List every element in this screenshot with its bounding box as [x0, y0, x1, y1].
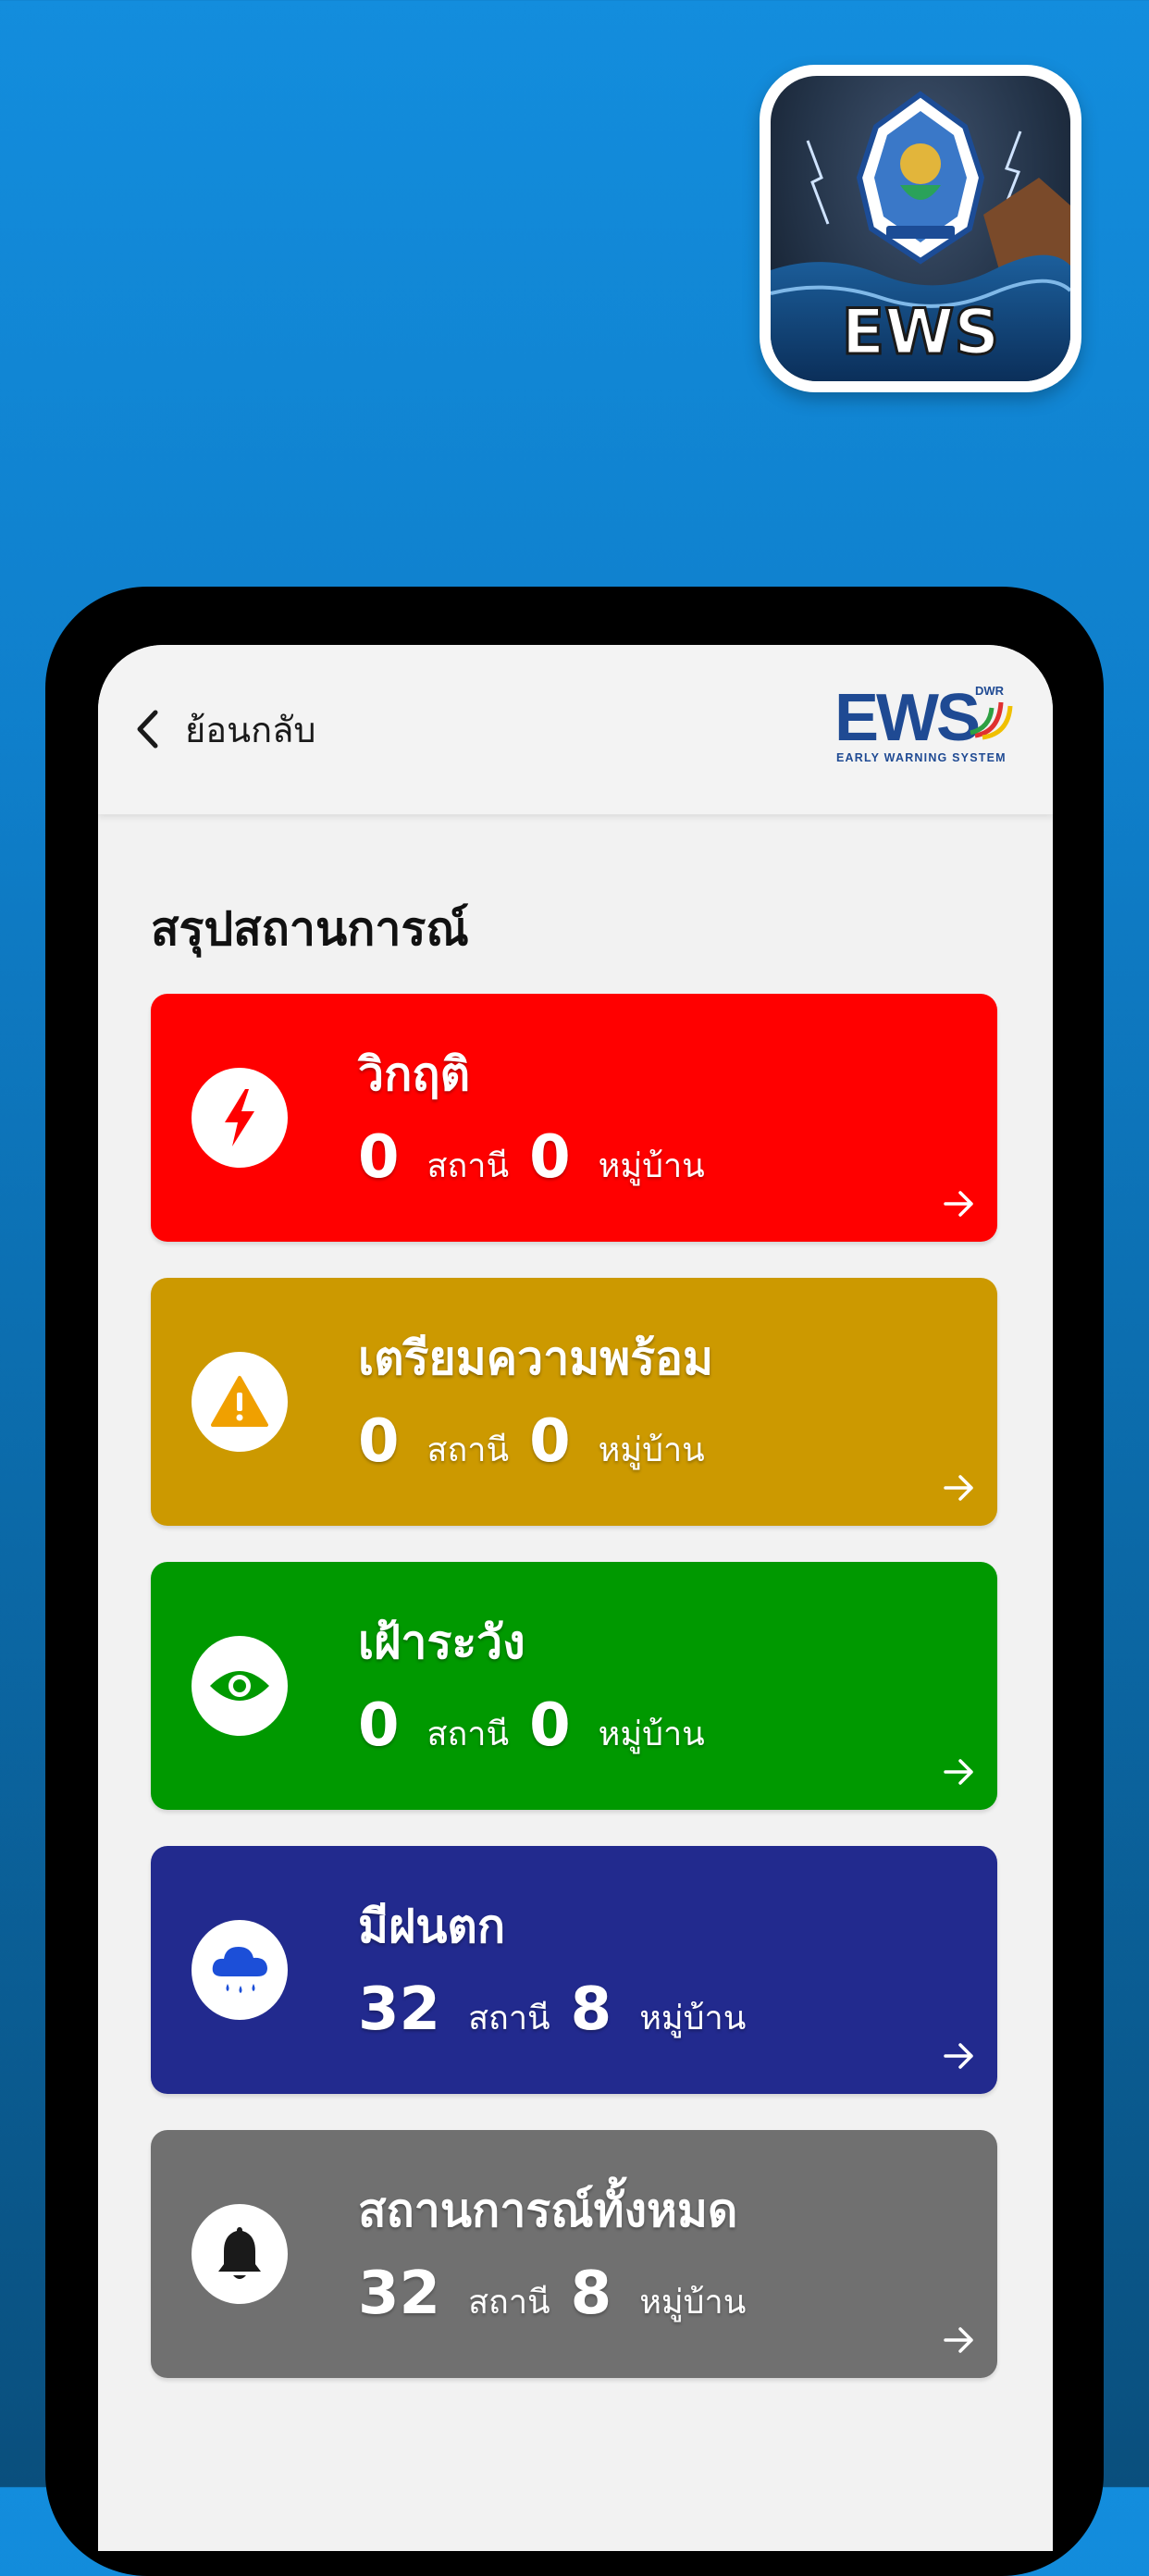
arrow-right-icon	[944, 2327, 973, 2353]
card-stats: 0 สถานี 0 หมู่บ้าน	[358, 1123, 705, 1192]
card-title: เฝ้าระวัง	[358, 1616, 525, 1669]
card-stats: 0 สถานี 0 หมู่บ้าน	[358, 1407, 705, 1476]
station-unit: สถานี	[468, 2284, 550, 2322]
village-unit: หมู่บ้าน	[639, 2000, 747, 2037]
svg-text:EWS: EWS	[834, 682, 979, 755]
bell-icon	[192, 2204, 288, 2304]
station-count: 32	[358, 2260, 441, 2328]
card-title: สถานการณ์ทั้งหมด	[358, 2184, 738, 2237]
village-count: 8	[570, 1975, 612, 2044]
status-card-critical[interactable]: วิกฤติ 0 สถานี 0 หมู่บ้าน	[151, 994, 997, 1242]
lightning-icon	[192, 1068, 288, 1168]
svg-text:EARLY WARNING SYSTEM: EARLY WARNING SYSTEM	[836, 751, 1007, 764]
card-title: เตรียมความพร้อม	[358, 1331, 714, 1385]
ews-app-icon-art: EWS	[771, 91, 1070, 381]
svg-text:DWR: DWR	[975, 684, 1005, 698]
top-bar: ย้อนกลับ EWS DWR EARLY WARNING SYSTEM	[98, 645, 1053, 814]
status-card-raining[interactable]: มีฝนตก 32 สถานี 8 หมู่บ้าน	[151, 1846, 997, 2094]
station-unit: สถานี	[426, 1147, 510, 1185]
ews-logo: EWS DWR EARLY WARNING SYSTEM	[834, 682, 1013, 764]
village-unit: หมู่บ้าน	[598, 1431, 705, 1469]
app-icon-text: EWS	[842, 296, 999, 369]
warning-icon	[192, 1352, 288, 1452]
page-title: สรุปสถานการณ์	[151, 902, 469, 956]
arrow-right-icon	[944, 2043, 973, 2069]
status-card-all[interactable]: สถานการณ์ทั้งหมด 32 สถานี 8 หมู่บ้าน	[151, 2130, 997, 2378]
station-count: 0	[358, 1407, 400, 1476]
village-unit: หมู่บ้าน	[598, 1715, 705, 1753]
village-unit: หมู่บ้าน	[598, 1147, 705, 1185]
station-unit: สถานี	[426, 1431, 510, 1469]
village-count: 8	[570, 2260, 612, 2328]
arrow-right-icon	[944, 1759, 973, 1785]
station-unit: สถานี	[426, 1715, 510, 1753]
village-count: 0	[529, 1123, 571, 1192]
back-label: ย้อนกลับ	[185, 709, 316, 750]
eye-icon	[192, 1636, 288, 1736]
card-title: มีฝนตก	[358, 1900, 506, 1953]
rain-cloud-icon	[192, 1920, 288, 2020]
station-count: 32	[358, 1975, 441, 2044]
chevron-left-icon	[135, 701, 172, 757]
card-stats: 32 สถานี 8 หมู่บ้าน	[358, 2260, 746, 2328]
card-stats: 0 สถานี 0 หมู่บ้าน	[358, 1691, 705, 1760]
status-card-prepare[interactable]: เตรียมความพร้อม 0 สถานี 0 หมู่บ้าน	[151, 1278, 997, 1526]
back-button[interactable]: ย้อนกลับ	[135, 697, 315, 762]
app-icon: EWS	[760, 65, 1081, 392]
village-count: 0	[529, 1691, 571, 1760]
station-unit: สถานี	[468, 2000, 550, 2037]
village-count: 0	[529, 1407, 571, 1476]
station-count: 0	[358, 1691, 400, 1760]
station-count: 0	[358, 1123, 400, 1192]
card-title: วิกฤติ	[358, 1047, 471, 1101]
card-stats: 32 สถานี 8 หมู่บ้าน	[358, 1975, 746, 2044]
village-unit: หมู่บ้าน	[639, 2284, 747, 2322]
arrow-right-icon	[944, 1475, 973, 1501]
arrow-right-icon	[944, 1191, 973, 1217]
status-card-watch[interactable]: เฝ้าระวัง 0 สถานี 0 หมู่บ้าน	[151, 1562, 997, 1810]
app-screen: ย้อนกลับ EWS DWR EARLY WARNING SYSTEM สร…	[98, 645, 1053, 2551]
